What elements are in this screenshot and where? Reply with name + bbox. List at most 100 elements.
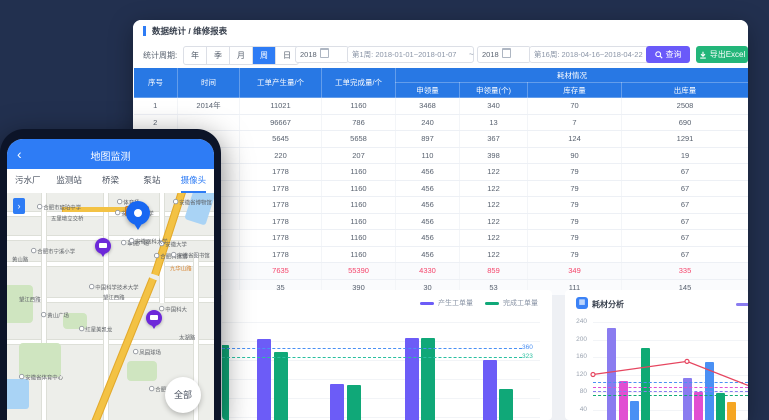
consumable-bar-chart: 2402001601208040 xyxy=(565,290,748,420)
stage: { "colors": { "background": "#22304f", "… xyxy=(0,0,769,420)
reference-line xyxy=(222,357,522,358)
segment-周[interactable]: 周 xyxy=(253,47,276,64)
tab-摄像头[interactable]: 摄像头 xyxy=(173,169,214,193)
table-row[interactable]: 7177811604561227967 xyxy=(134,197,749,214)
all-filter-button[interactable]: 全部 xyxy=(165,377,201,413)
filter-bar: 统计周期: 年季月周日 2018 第1周: 2018-01-01~2018-01… xyxy=(133,42,748,68)
range-from-picker[interactable]: 第1周: 2018-01-01~2018-01-07 xyxy=(347,46,474,63)
map-label: 安徽省博物馆 xyxy=(173,198,212,206)
reference-line xyxy=(593,382,748,383)
poi-icon xyxy=(115,210,120,215)
table-cell: 456 xyxy=(396,180,460,197)
table-cell: 5658 xyxy=(322,131,396,148)
map-label: 九华山路 xyxy=(170,264,192,272)
tab-监测站[interactable]: 监测站 xyxy=(48,169,89,193)
table-row[interactable]: 3564556588973671241291 xyxy=(134,131,749,148)
column-header: 工单产生量/个 xyxy=(240,68,322,98)
table-row[interactable]: 12014年1102111603468340702508 xyxy=(134,98,749,115)
breadcrumb-accent xyxy=(143,26,146,36)
table-cell: 67 xyxy=(622,213,749,230)
year-to-value: 2018 xyxy=(482,50,499,59)
bar-consumable xyxy=(716,393,725,420)
segment-月[interactable]: 月 xyxy=(230,47,253,64)
bar-consumable xyxy=(694,392,703,420)
period-label: 统计周期: xyxy=(143,50,177,61)
camera-marker-icon[interactable] xyxy=(146,310,162,326)
report-table: 序号时间工单产生量/个工单完成量/个耗材情况申领量申领量(个)库存量出库量 12… xyxy=(133,67,748,296)
year-to-picker[interactable]: 2018 xyxy=(477,46,531,63)
table-cell: 67 xyxy=(622,164,749,181)
table-cell: 5645 xyxy=(240,131,322,148)
table-cell: 7 xyxy=(528,114,622,131)
tab-泵站[interactable]: 泵站 xyxy=(131,169,172,193)
expand-panel-button[interactable]: › xyxy=(13,198,25,214)
table-row[interactable]: 5177811604561227967 xyxy=(134,164,749,181)
table-cell: 90 xyxy=(528,147,622,164)
total-row: 合计7635553904330859349335 xyxy=(134,263,749,280)
reference-label: 323 xyxy=(522,353,533,360)
table-row[interactable]: 10177811604561227967 xyxy=(134,246,749,263)
bar-completed xyxy=(347,385,361,420)
map-label: 中国科学技术大学 xyxy=(89,283,139,291)
poi-icon xyxy=(129,238,134,243)
table-cell: 1160 xyxy=(322,197,396,214)
table-cell: 207 xyxy=(322,147,396,164)
table-cell: 1 xyxy=(134,98,178,115)
table-cell: 124 xyxy=(528,131,622,148)
map-label: 黄山路 xyxy=(12,255,28,263)
dashboard-card: 数据统计 / 维修报表 统计周期: 年季月周日 2018 第1周: 2018-0… xyxy=(133,20,748,420)
table-cell: 110 xyxy=(396,147,460,164)
table-cell: 456 xyxy=(396,246,460,263)
total-cell: 7635 xyxy=(240,263,322,280)
y-axis-tick: 40 xyxy=(567,406,587,413)
table-row[interactable]: 42202071103989019 xyxy=(134,147,749,164)
segment-年[interactable]: 年 xyxy=(184,47,207,64)
table-cell: 1160 xyxy=(322,230,396,247)
table-cell: 79 xyxy=(528,230,622,247)
map-view[interactable]: 合肥市琥珀中学体育场安徽农业大学安徽省博物馆五里墩立交桥合肥市宁溪小学翠微广场安… xyxy=(7,193,214,420)
export-excel-button[interactable]: 导出Excel xyxy=(696,46,748,63)
total-cell: 335 xyxy=(622,263,749,280)
table-row[interactable]: 8177811604561227967 xyxy=(134,213,749,230)
bar-consumable xyxy=(683,378,692,420)
reference-line xyxy=(593,387,748,388)
bar-generated xyxy=(405,338,419,420)
query-button[interactable]: 查询 xyxy=(646,46,690,63)
map-label: 合肥市琥珀中学 xyxy=(37,203,81,211)
range-to-picker[interactable]: 第16周: 2018-04-16~2018-04-22 xyxy=(529,46,650,63)
poi-icon xyxy=(79,326,84,331)
map-label: 黄山广场 xyxy=(41,311,69,319)
table-head: 序号时间工单产生量/个工单完成量/个耗材情况申领量申领量(个)库存量出库量 xyxy=(134,68,749,98)
total-cell: 4330 xyxy=(396,263,460,280)
search-icon xyxy=(655,51,663,59)
table-cell: 13 xyxy=(460,114,528,131)
bar-consumable xyxy=(727,402,736,420)
year-from-picker[interactable]: 2018 xyxy=(295,46,349,63)
poi-icon xyxy=(89,284,94,289)
map-label: 望江西路 xyxy=(103,293,125,301)
y-axis-tick: 160 xyxy=(567,353,587,360)
table-cell: 786 xyxy=(322,114,396,131)
camera-marker-icon[interactable] xyxy=(95,238,111,254)
table-cell: 67 xyxy=(622,230,749,247)
poi-icon xyxy=(19,374,24,379)
y-axis-tick: 200 xyxy=(567,336,587,343)
table-cell: 1291 xyxy=(622,131,749,148)
table-cell: 79 xyxy=(528,180,622,197)
range-from-value: 第1周: 2018-01-01~2018-01-07 xyxy=(352,50,456,59)
y-axis-tick: 120 xyxy=(567,371,587,378)
table-cell: 70 xyxy=(528,98,622,115)
phone-title: 地图监测 xyxy=(7,148,214,163)
table-cell: 1160 xyxy=(322,98,396,115)
calendar-icon xyxy=(502,48,511,58)
selected-location-pin[interactable] xyxy=(126,201,150,225)
table-row[interactable]: 6177811604561227967 xyxy=(134,180,749,197)
table-row[interactable]: 9177811604561227967 xyxy=(134,230,749,247)
tab-桥梁[interactable]: 桥梁 xyxy=(90,169,131,193)
tab-污水厂[interactable]: 污水厂 xyxy=(7,169,48,193)
table-row[interactable]: 296667786240137690 xyxy=(134,114,749,131)
map-park xyxy=(127,361,157,381)
poi-icon xyxy=(37,204,42,209)
map-label: 红星美凯龙 xyxy=(79,325,112,333)
segment-季[interactable]: 季 xyxy=(207,47,230,64)
